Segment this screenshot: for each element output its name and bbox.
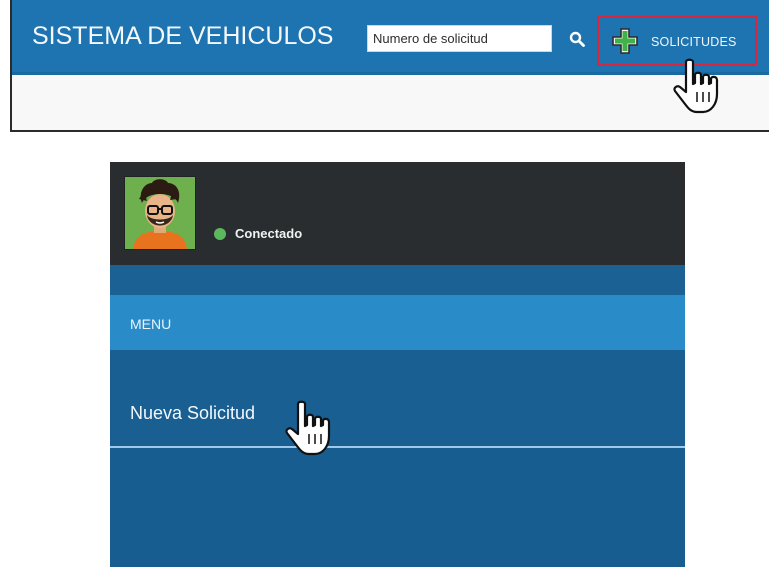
solicitudes-button[interactable]: SOLICITUDES — [597, 16, 757, 66]
top-navbar: SISTEMA DE VEHICULOS SOLICITUDES — [12, 0, 769, 75]
sidebar-body — [110, 448, 685, 567]
app-title: SISTEMA DE VEHICULOS — [32, 22, 334, 50]
search-input[interactable] — [367, 25, 552, 52]
navbar-screenshot: SISTEMA DE VEHICULOS SOLICITUDES — [10, 0, 769, 132]
sidebar-item-nueva-solicitud[interactable]: Nueva Solicitud — [110, 350, 685, 447]
menu-header-label: MENU — [130, 316, 172, 332]
sidebar-screenshot: Conectado MENU Nueva Solicitud — [110, 162, 685, 567]
online-status-icon — [214, 228, 226, 240]
menu-header: MENU — [110, 295, 685, 350]
solicitudes-label: SOLICITUDES — [651, 35, 737, 49]
user-panel: Conectado — [110, 162, 685, 265]
plus-icon — [612, 28, 638, 54]
status-label: Conectado — [235, 226, 303, 241]
sidebar-item-label: Nueva Solicitud — [130, 403, 256, 423]
sidebar-spacer — [110, 265, 685, 295]
avatar — [124, 176, 196, 250]
search-icon[interactable] — [567, 29, 587, 49]
